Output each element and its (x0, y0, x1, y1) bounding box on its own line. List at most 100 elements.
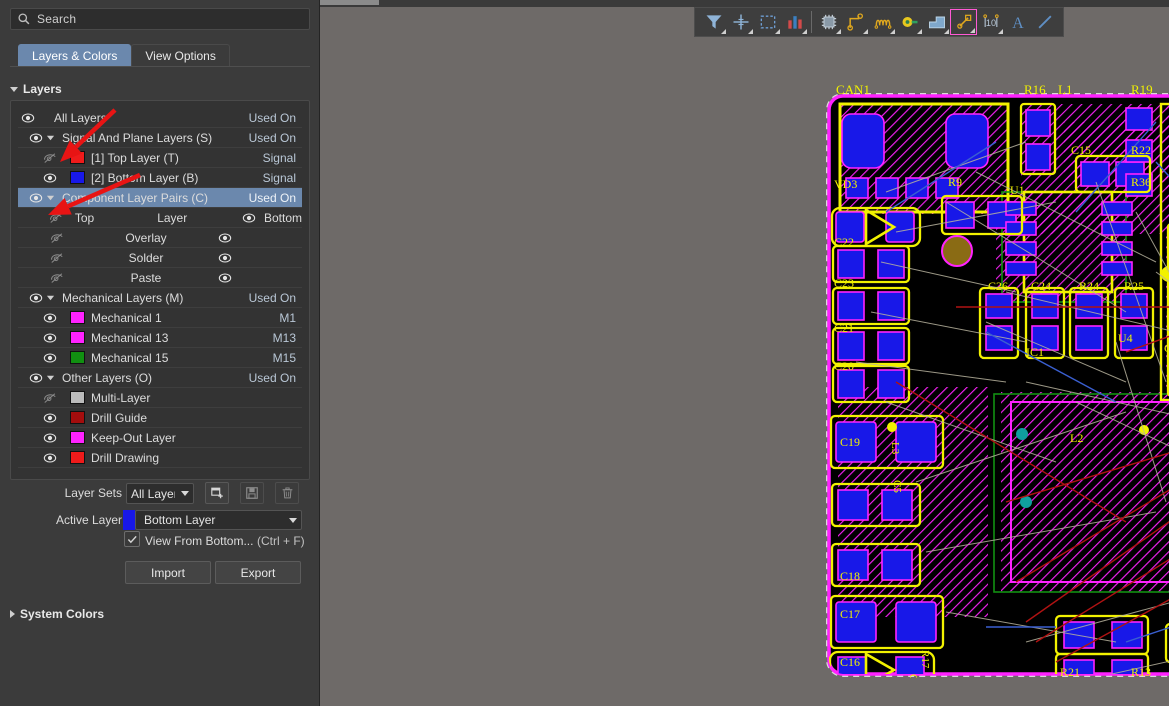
layer-color-swatch[interactable] (70, 311, 85, 324)
dropdown-corner-icon[interactable] (944, 29, 949, 34)
toolbar-button-place-line[interactable] (1031, 9, 1058, 35)
save-layer-set-button[interactable] (240, 482, 264, 504)
expand-toggle[interactable] (44, 373, 56, 382)
layer-sets-dropdown[interactable]: All Layers (126, 483, 194, 504)
layer-row-mech-13[interactable]: Mechanical 13 M13 (18, 328, 302, 348)
layers-tree[interactable]: All Layers Used On Signal And Plane Layers… (18, 108, 302, 472)
layer-row-mech-15[interactable]: Mechanical 15 M15 (18, 348, 302, 368)
visibility-toggle[interactable] (28, 292, 44, 304)
bottom-visibility-toggle[interactable] (196, 252, 240, 264)
toolbar-button-place-text[interactable]: A (1004, 9, 1031, 35)
bottom-visibility-toggle[interactable] (196, 232, 240, 244)
layer-row-all-layers[interactable]: All Layers Used On (18, 108, 302, 128)
layer-label: Drill Guide (91, 410, 148, 425)
layer-color-swatch[interactable] (70, 391, 85, 404)
visibility-toggle[interactable] (42, 352, 58, 364)
layer-color-swatch[interactable] (70, 331, 85, 344)
top-visibility-toggle[interactable] (18, 272, 70, 284)
dropdown-corner-icon[interactable] (836, 29, 841, 34)
layer-label: Mechanical 13 (91, 330, 169, 345)
layer-label: All Layers (54, 110, 107, 125)
visibility-toggle[interactable] (28, 372, 44, 384)
dropdown-corner-icon[interactable] (802, 29, 807, 34)
layer-row-signal-plane[interactable]: Signal And Plane Layers (S) Used On (18, 128, 302, 148)
layer-pair-row-solder[interactable]: Solder (18, 248, 302, 268)
layer-pair-row-overlay[interactable]: Overlay (18, 228, 302, 248)
visibility-toggle[interactable] (42, 172, 58, 184)
dropdown-corner-icon[interactable] (721, 29, 726, 34)
layer-row-multi-layer[interactable]: Multi-Layer (18, 388, 302, 408)
layers-section-header[interactable]: Layers (10, 82, 62, 96)
visibility-toggle[interactable] (42, 332, 58, 344)
toolbar-button-place-pad[interactable] (950, 9, 977, 35)
visibility-toggle[interactable] (28, 132, 44, 144)
tab-layers-and-colors[interactable]: Layers & Colors (18, 44, 132, 67)
toolbar-button-length-tuning[interactable] (869, 9, 896, 35)
layer-label: [1] Top Layer (T) (91, 150, 179, 165)
toolbar-button-route-track[interactable] (842, 9, 869, 35)
dropdown-corner-icon[interactable] (775, 29, 780, 34)
layer-row-keep-out[interactable]: Keep-Out Layer (18, 428, 302, 448)
layer-color-swatch[interactable] (70, 411, 85, 424)
import-button[interactable]: Import (125, 561, 211, 584)
expand-toggle[interactable] (44, 133, 56, 142)
toolbar-button-place-via[interactable] (896, 9, 923, 35)
bottom-visibility-toggle[interactable] (196, 272, 240, 284)
top-visibility-toggle[interactable] (18, 252, 70, 264)
visibility-toggle[interactable] (42, 392, 58, 404)
toolbar-button-place-component[interactable] (815, 9, 842, 35)
layer-color-swatch[interactable] (70, 151, 85, 164)
layer-row-top-layer[interactable]: [1] Top Layer (T) Signal (18, 148, 302, 168)
layer-group-other[interactable]: Other Layers (O) Used On (18, 368, 302, 388)
visibility-toggle[interactable] (42, 152, 58, 164)
active-layer-dropdown[interactable]: Bottom Layer (135, 510, 302, 530)
visibility-toggle[interactable] (42, 312, 58, 324)
layer-row-mech-1[interactable]: Mechanical 1 M1 (18, 308, 302, 328)
layer-pair-row-paste[interactable]: Paste (18, 268, 302, 288)
chevron-down-icon (289, 517, 297, 523)
add-layer-set-button[interactable] (205, 482, 229, 504)
toolbar-button-layer-stack[interactable] (781, 9, 808, 35)
delete-layer-set-button[interactable] (275, 482, 299, 504)
layer-group-mechanical[interactable]: Mechanical Layers (M) Used On (18, 288, 302, 308)
visibility-toggle[interactable] (42, 432, 58, 444)
svg-text:10: 10 (985, 18, 995, 28)
dropdown-corner-icon[interactable] (748, 29, 753, 34)
layer-row-drill-guide[interactable]: Drill Guide (18, 408, 302, 428)
top-visibility-toggle[interactable] (18, 212, 69, 224)
dropdown-corner-icon[interactable] (890, 29, 895, 34)
toolbar-button-place-polygon[interactable] (923, 9, 950, 35)
canvas-document-tab[interactable] (320, 0, 379, 5)
dropdown-corner-icon[interactable] (917, 29, 922, 34)
eye-hidden-icon (51, 232, 63, 243)
visibility-toggle[interactable] (42, 412, 58, 424)
toolbar-button-crosshair[interactable] (727, 9, 754, 35)
pcb-board[interactable]: CAN1R16L1R19J1VD3R9U1C15R22R36C22C23C21C… (826, 82, 1169, 678)
search-input[interactable]: Search (10, 8, 310, 30)
toolbar-button-dimension[interactable]: 10 (977, 9, 1004, 35)
view-from-bottom-checkbox[interactable] (124, 531, 140, 547)
visibility-toggle[interactable] (42, 452, 58, 464)
layer-row-drill-drawing[interactable]: Drill Drawing (18, 448, 302, 468)
bottom-visibility-toggle[interactable] (221, 212, 264, 224)
top-visibility-toggle[interactable] (18, 232, 70, 244)
visibility-toggle[interactable] (20, 112, 36, 124)
expand-toggle[interactable] (44, 193, 56, 202)
export-button[interactable]: Export (215, 561, 301, 584)
layer-color-swatch[interactable] (70, 351, 85, 364)
layer-row-comp-pairs[interactable]: Component Layer Pairs (C) Used On (18, 188, 302, 208)
layer-color-swatch[interactable] (70, 451, 85, 464)
pcb-canvas[interactable]: 10 A CAN1 R16 L1 R19 VD3 R9 U1 C15 R22 R… (320, 0, 1169, 706)
layer-color-swatch[interactable] (70, 171, 85, 184)
toolbar-button-filter[interactable] (700, 9, 727, 35)
toolbar-button-select-area[interactable] (754, 9, 781, 35)
tab-view-options[interactable]: View Options (131, 44, 230, 67)
layer-row-bottom-layer[interactable]: [2] Bottom Layer (B) Signal (18, 168, 302, 188)
dropdown-corner-icon[interactable] (863, 29, 868, 34)
system-colors-section-header[interactable]: System Colors (10, 607, 104, 621)
expand-toggle[interactable] (44, 293, 56, 302)
layer-color-swatch[interactable] (70, 431, 85, 444)
dropdown-corner-icon[interactable] (998, 29, 1003, 34)
visibility-toggle[interactable] (28, 192, 44, 204)
dropdown-corner-icon[interactable] (970, 28, 975, 33)
